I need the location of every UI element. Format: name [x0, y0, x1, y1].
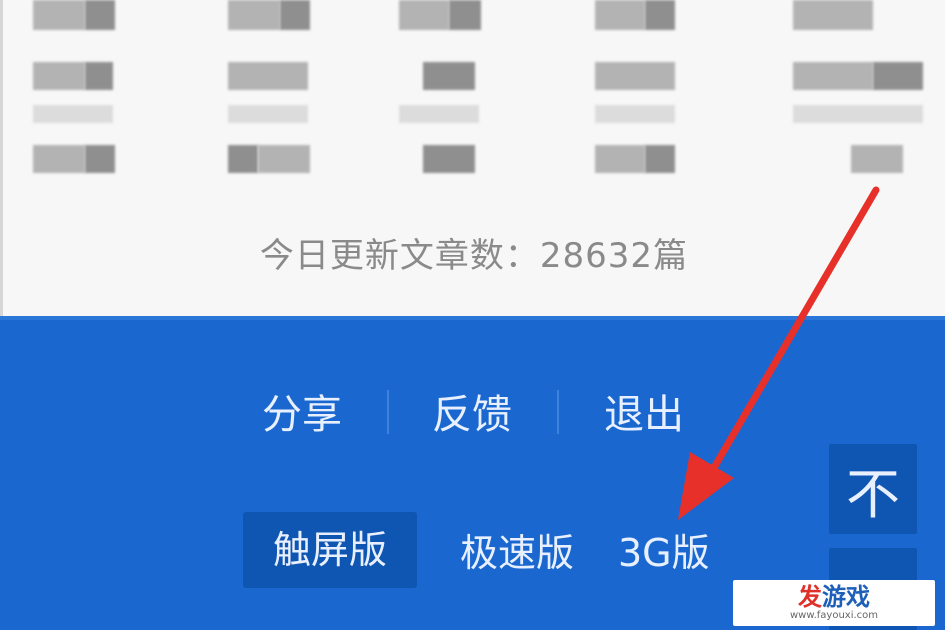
watermark-title-b: 游戏	[822, 583, 870, 611]
annotation-arrow-icon	[678, 186, 880, 520]
watermark-title-a: 发	[798, 583, 822, 611]
watermark-url: www.fayouxi.com	[789, 610, 879, 621]
site-watermark: 发游戏 www.fayouxi.com	[733, 580, 935, 626]
